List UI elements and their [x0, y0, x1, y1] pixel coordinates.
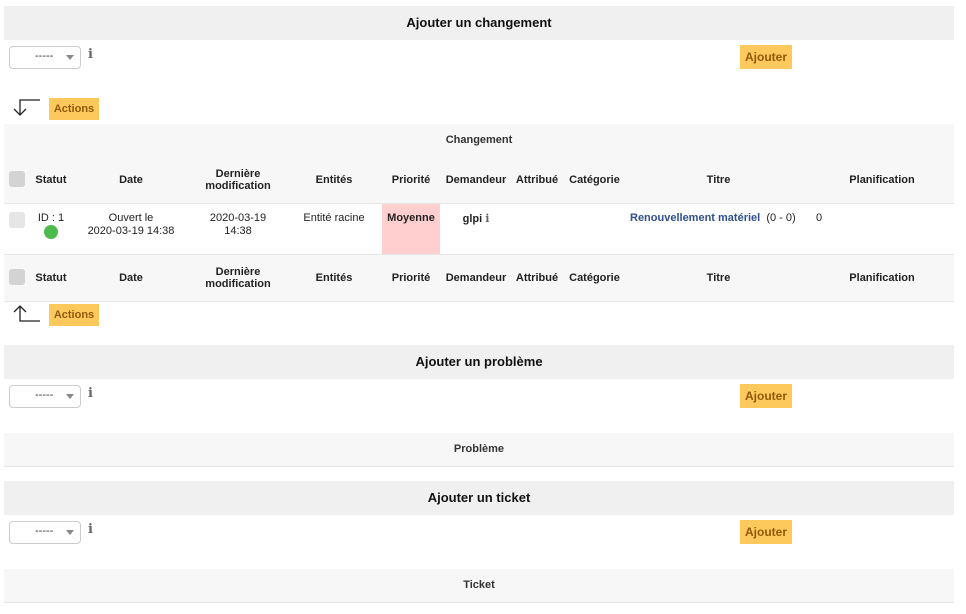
col-assigned[interactable]: Attribué — [512, 157, 562, 204]
col-requester[interactable]: Demandeur — [440, 254, 512, 302]
select-all-checkbox-bottom[interactable] — [9, 268, 25, 285]
col-modified[interactable]: Dernière modification — [190, 254, 286, 302]
add-problem-header: Ajouter un problème — [4, 345, 954, 379]
add-problem-button[interactable]: Ajouter — [740, 384, 792, 408]
status-dot-icon — [44, 225, 58, 239]
actions-button-bottom[interactable]: Actions — [49, 304, 99, 326]
row-checkbox[interactable] — [9, 212, 25, 228]
select-value: ----- — [35, 50, 54, 62]
col-priority[interactable]: Priorité — [382, 254, 440, 302]
table-row: ID : 1 Ouvert le 2020-03-19 14:38 2020-03… — [4, 203, 954, 255]
entity-cell: Entité racine — [286, 203, 382, 255]
col-planning[interactable]: Planification — [810, 157, 954, 204]
col-category[interactable]: Catégorie — [562, 157, 627, 204]
info-icon[interactable]: i — [485, 212, 489, 225]
select-all-checkbox[interactable] — [9, 170, 25, 187]
col-title[interactable]: Titre — [627, 254, 810, 302]
col-modified[interactable]: Dernière modification — [190, 157, 286, 204]
row-id: ID : 1 — [37, 212, 65, 224]
col-category[interactable]: Catégorie — [562, 254, 627, 302]
arrow-up-left-icon — [13, 305, 40, 322]
info-icon[interactable]: i — [88, 386, 93, 401]
col-priority[interactable]: Priorité — [382, 157, 440, 204]
col-requester[interactable]: Demandeur — [440, 157, 512, 204]
ticket-list-title: Ticket — [4, 569, 954, 603]
col-planning[interactable]: Planification — [810, 254, 954, 302]
title-link[interactable]: Renouvellement matériel — [630, 212, 760, 224]
change-select[interactable]: ----- — [9, 46, 81, 69]
modified-date: 2020-03-19 — [209, 212, 267, 224]
chevron-down-icon — [66, 394, 74, 399]
add-change-button[interactable]: Ajouter — [740, 45, 792, 69]
add-ticket-button[interactable]: Ajouter — [740, 520, 792, 544]
add-ticket-header: Ajouter un ticket — [4, 481, 954, 515]
actions-button-top[interactable]: Actions — [49, 98, 99, 120]
col-title[interactable]: Titre — [627, 157, 810, 204]
title-counts: (0 - 0) — [766, 212, 796, 224]
info-icon[interactable]: i — [88, 522, 93, 537]
problem-select[interactable]: ----- — [9, 385, 81, 408]
date-value: 2020-03-19 14:38 — [87, 225, 175, 237]
requester[interactable]: glpi — [463, 213, 483, 225]
modified-time: 14:38 — [224, 225, 252, 237]
add-change-header: Ajouter un changement — [4, 6, 954, 40]
ticket-select[interactable]: ----- — [9, 521, 81, 544]
arrow-down-left-icon — [13, 99, 40, 116]
col-statut[interactable]: Statut — [30, 157, 72, 204]
col-date[interactable]: Date — [72, 254, 190, 302]
col-statut[interactable]: Statut — [30, 254, 72, 302]
table-footer-row: Statut Date Dernière modification Entité… — [4, 254, 954, 302]
category-cell — [562, 203, 627, 255]
info-icon[interactable]: i — [88, 47, 93, 62]
chevron-down-icon — [66, 55, 74, 60]
col-date[interactable]: Date — [72, 157, 190, 204]
assigned-cell — [512, 203, 562, 255]
select-value: ----- — [35, 525, 54, 537]
planning-cell: 0 — [810, 203, 954, 255]
select-value: ----- — [35, 389, 54, 401]
date-label: Ouvert le — [108, 212, 154, 224]
table-header-row: Statut Date Dernière modification Entité… — [4, 157, 954, 204]
change-table: Statut Date Dernière modification Entité… — [4, 157, 954, 302]
change-list-title: Changement — [4, 124, 954, 158]
col-assigned[interactable]: Attribué — [512, 254, 562, 302]
chevron-down-icon — [66, 530, 74, 535]
priority-badge: Moyenne — [382, 203, 440, 255]
col-entity[interactable]: Entités — [286, 157, 382, 204]
problem-list-title: Problème — [4, 433, 954, 467]
col-entity[interactable]: Entités — [286, 254, 382, 302]
